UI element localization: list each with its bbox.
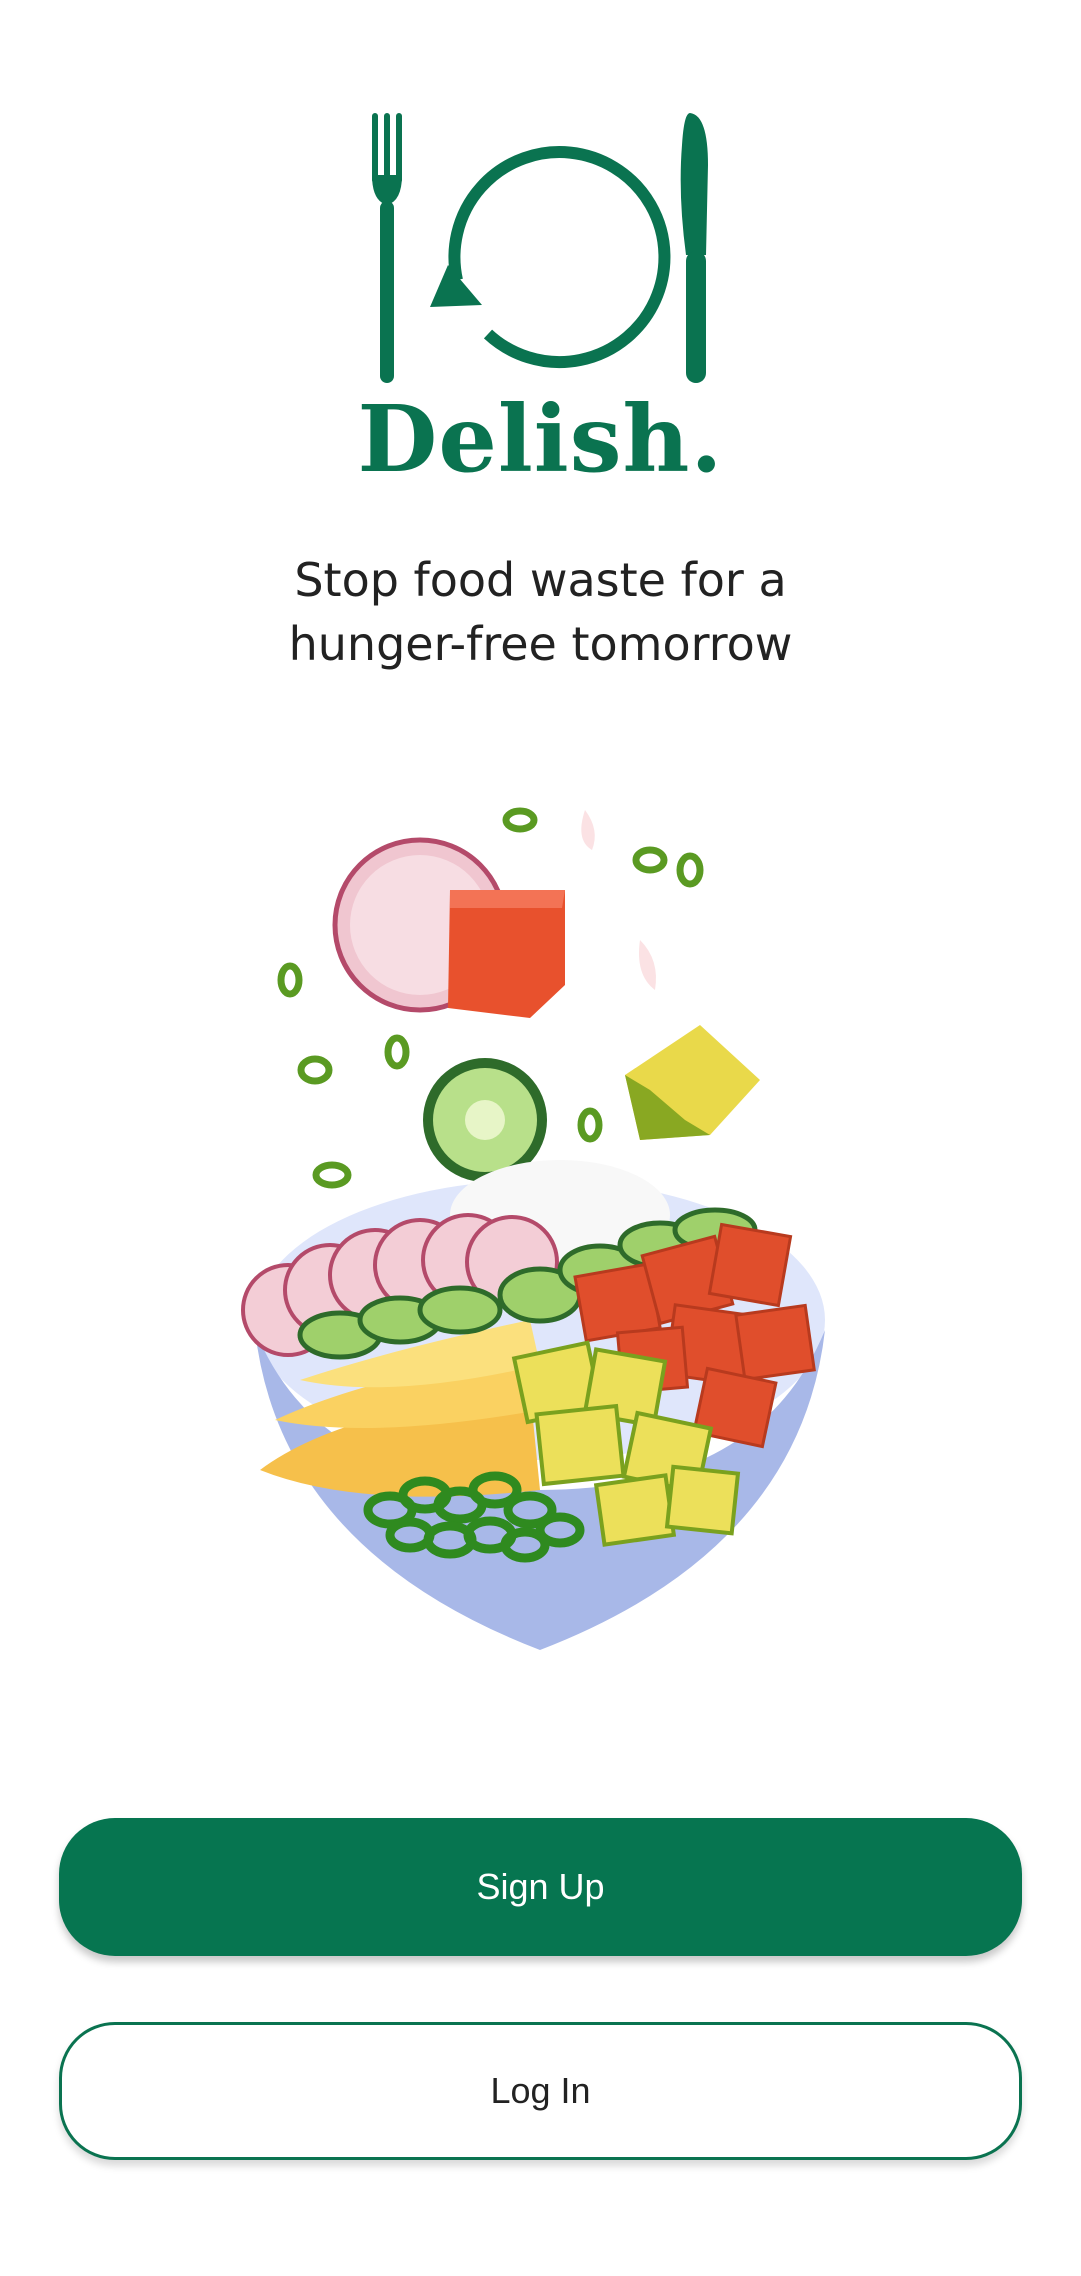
brand-name: Delish. xyxy=(357,385,724,493)
tagline: Stop food waste for a hunger-free tomorr… xyxy=(0,548,1081,676)
tagline-line-1: Stop food waste for a xyxy=(294,553,787,607)
recycle-plate-icon xyxy=(430,146,671,369)
poke-bowl-illustration xyxy=(240,790,840,1670)
sign-up-button[interactable]: Sign Up xyxy=(59,1818,1022,1956)
fork-icon xyxy=(372,113,402,383)
log-in-button[interactable]: Log In xyxy=(59,2022,1022,2160)
tagline-line-2: hunger-free tomorrow xyxy=(288,617,793,671)
knife-icon xyxy=(680,113,708,383)
app-logo xyxy=(360,105,720,405)
